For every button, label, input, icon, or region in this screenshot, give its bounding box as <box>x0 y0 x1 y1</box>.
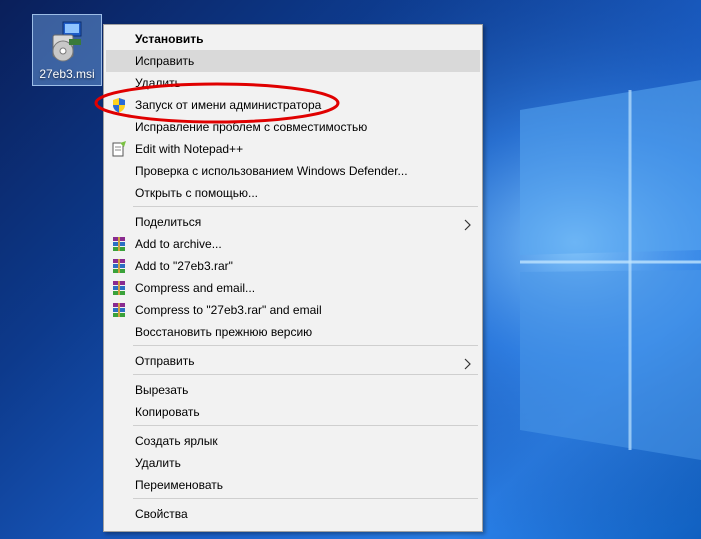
chevron-right-icon <box>464 216 472 231</box>
notepad-plus-plus-icon <box>111 141 127 157</box>
menu-item-4[interactable]: Исправление проблем с совместимостью <box>106 116 480 138</box>
menu-item-16[interactable]: Копировать <box>106 401 480 423</box>
menu-separator <box>133 374 478 375</box>
menu-item-label: Удалить <box>135 76 181 90</box>
menu-item-20[interactable]: Свойства <box>106 503 480 525</box>
menu-item-label: Восстановить прежнюю версию <box>135 325 313 339</box>
menu-item-15[interactable]: Вырезать <box>106 379 480 401</box>
menu-separator <box>133 345 478 346</box>
menu-item-label: Установить <box>135 32 204 46</box>
menu-item-label: Запуск от имени администратора <box>135 98 322 112</box>
menu-item-label: Add to archive... <box>135 237 222 251</box>
menu-item-label: Compress to "27eb3.rar" and email <box>135 303 322 317</box>
menu-item-label: Исправить <box>135 54 195 68</box>
menu-item-13[interactable]: Восстановить прежнюю версию <box>106 321 480 343</box>
menu-item-label: Переименовать <box>135 478 223 492</box>
menu-item-5[interactable]: Edit with Notepad++ <box>106 138 480 160</box>
winrar-icon <box>111 236 127 252</box>
menu-item-19[interactable]: Переименовать <box>106 474 480 496</box>
chevron-right-icon <box>464 355 472 370</box>
menu-separator <box>133 498 478 499</box>
menu-item-label: Копировать <box>135 405 200 419</box>
winrar-icon <box>111 302 127 318</box>
desktop-file-27eb3-msi[interactable]: 27eb3.msi <box>32 14 102 86</box>
menu-item-2[interactable]: Удалить <box>106 72 480 94</box>
menu-item-label: Отправить <box>135 354 195 368</box>
menu-item-label: Создать ярлык <box>135 434 218 448</box>
menu-item-label: Add to "27eb3.rar" <box>135 259 233 273</box>
menu-item-10[interactable]: Add to "27eb3.rar" <box>106 255 480 277</box>
menu-item-9[interactable]: Add to archive... <box>106 233 480 255</box>
menu-item-label: Compress and email... <box>135 281 256 295</box>
menu-item-0[interactable]: Установить <box>106 28 480 50</box>
menu-item-3[interactable]: Запуск от имени администратора <box>106 94 480 116</box>
menu-item-label: Проверка с использованием Windows Defend… <box>135 164 408 178</box>
desktop-background: 27eb3.msi Установить Исправить Удалить Запу… <box>0 0 701 539</box>
menu-item-12[interactable]: Compress to "27eb3.rar" and email <box>106 299 480 321</box>
msi-installer-icon <box>52 21 82 62</box>
menu-item-label: Вырезать <box>135 383 189 397</box>
menu-item-17[interactable]: Создать ярлык <box>106 430 480 452</box>
menu-separator <box>133 425 478 426</box>
uac-shield-icon <box>111 97 127 113</box>
menu-item-label: Свойства <box>135 507 188 521</box>
menu-item-18[interactable]: Удалить <box>106 452 480 474</box>
menu-item-1[interactable]: Исправить <box>106 50 480 72</box>
menu-item-label: Удалить <box>135 456 181 470</box>
file-name-label: 27eb3.msi <box>39 67 95 81</box>
menu-item-label: Открыть с помощью... <box>135 186 259 200</box>
menu-item-7[interactable]: Открыть с помощью... <box>106 182 480 204</box>
menu-item-6[interactable]: Проверка с использованием Windows Defend… <box>106 160 480 182</box>
menu-item-label: Edit with Notepad++ <box>135 142 244 156</box>
menu-separator <box>133 206 478 207</box>
menu-item-11[interactable]: Compress and email... <box>106 277 480 299</box>
context-menu: Установить Исправить Удалить Запуск от имен… <box>103 24 483 532</box>
menu-item-label: Поделиться <box>135 215 202 229</box>
menu-item-14[interactable]: Отправить <box>106 350 480 372</box>
menu-item-label: Исправление проблем с совместимостью <box>135 120 368 134</box>
winrar-icon <box>111 258 127 274</box>
winrar-icon <box>111 280 127 296</box>
menu-item-8[interactable]: Поделиться <box>106 211 480 233</box>
